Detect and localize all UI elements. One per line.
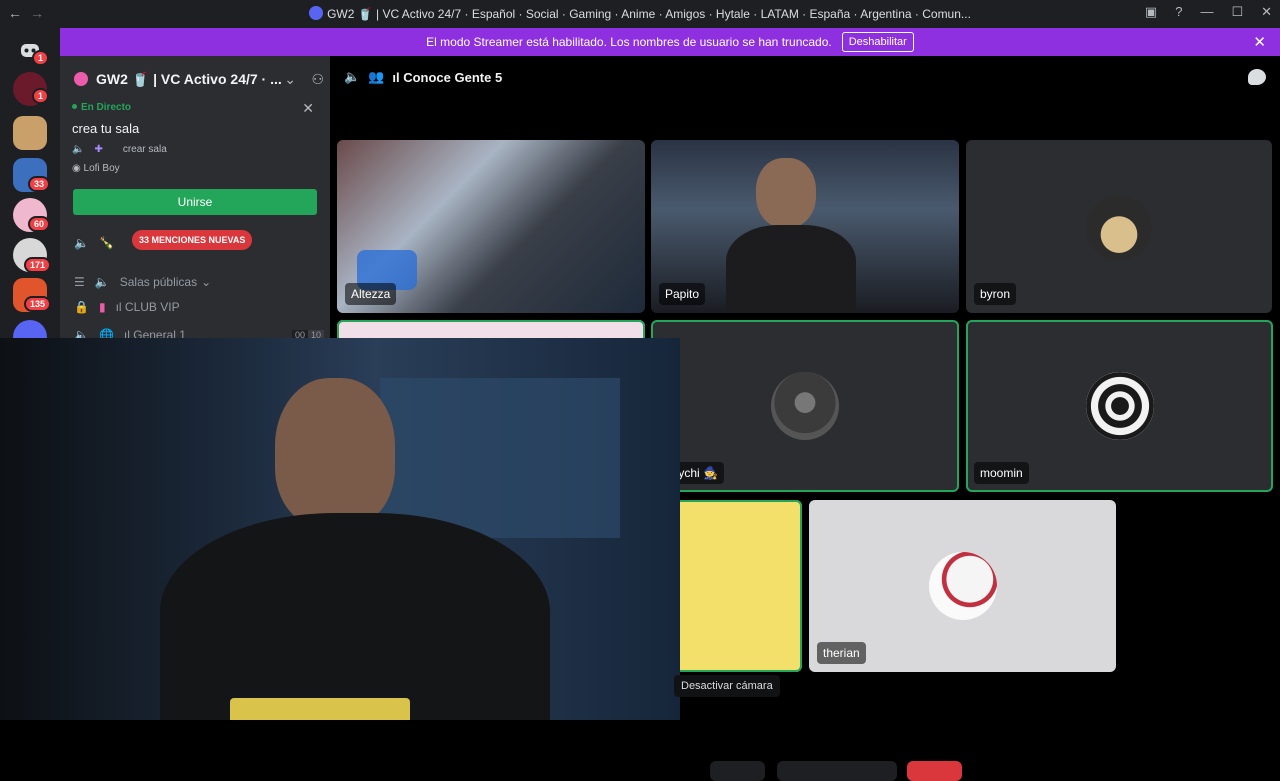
video-tile[interactable]: byron — [966, 140, 1272, 313]
video-tile[interactable]: therian — [809, 500, 1116, 672]
participant-name: Papito — [659, 283, 706, 305]
avatar — [771, 372, 839, 440]
join-button[interactable]: Unirse — [73, 189, 317, 215]
close-icon[interactable]: ✕ — [302, 100, 314, 117]
list-icon: ☰ — [74, 275, 85, 289]
speaker-icon: 🔈 — [94, 275, 110, 289]
banner-text: El modo Streamer está habilitado. Los no… — [426, 35, 832, 49]
help-icon[interactable]: ? — [1175, 4, 1182, 20]
video-content — [380, 378, 620, 538]
voice-channel-header: 🔈 👥 ıl Conoce Gente 5 — [344, 69, 502, 85]
notification-badge: 135 — [24, 296, 52, 312]
camera-control[interactable] — [710, 761, 765, 781]
video-content — [275, 378, 395, 528]
bottle-icon: 🍾 — [98, 236, 114, 250]
live-label: En Directo — [72, 102, 322, 113]
group-icon: 👥 — [368, 69, 385, 84]
discord-logo-icon — [309, 6, 324, 20]
video-content — [230, 698, 410, 720]
disable-streamer-button[interactable]: Deshabilitar — [841, 32, 914, 52]
close-window-icon[interactable]: ✕ — [1261, 4, 1272, 20]
category-label: Salas públicas — [119, 275, 198, 289]
channel-row[interactable]: 🔒 ▮ ıl CLUB VIP — [74, 300, 180, 314]
server-header[interactable]: GW2 🥤 | VC Activo 24/7 · ... ⌄ ⚇ — [74, 68, 324, 90]
lock-icon: 🔒 — [74, 300, 89, 314]
video-tile[interactable]: Altezza — [337, 140, 645, 313]
server-name: GW2 🥤 | VC Activo 24/7 · ... — [96, 70, 282, 87]
speaker-icon: 🔈 — [74, 236, 89, 250]
speaker-icon: 🔈 — [72, 144, 85, 155]
close-icon[interactable]: ✕ — [1253, 33, 1266, 51]
live-user-name: Lofi Boy — [83, 163, 120, 174]
live-channel-row: 🔈 ✚ crear sala — [72, 144, 322, 155]
chevron-down-icon: ⌄ — [284, 70, 296, 87]
window-title-text: GW2 🥤 | VC Activo 24/7 · Español · Socia… — [327, 7, 971, 21]
category-row[interactable]: ☰ 🔈 Salas públicas ⌄ — [74, 275, 211, 289]
window-controls: ▣ ? — ☐ ✕ — [1145, 4, 1272, 20]
chat-icon[interactable] — [1248, 69, 1266, 85]
speaker-icon: 🔈 — [344, 69, 361, 84]
chevron-down-icon: ⌄ — [201, 275, 212, 289]
video-tile[interactable]: Luychi 🧙 — [651, 320, 959, 492]
window-title: GW2 🥤 | VC Activo 24/7 · Español · Socia… — [0, 6, 1280, 21]
channel-name: ıl CLUB VIP — [115, 300, 180, 314]
window-titlebar: ← → GW2 🥤 | VC Activo 24/7 · Español · S… — [0, 0, 1280, 28]
participant-name: byron — [974, 283, 1017, 305]
notification-badge: 1 — [32, 88, 50, 104]
video-content — [160, 513, 550, 720]
channel-row[interactable]: 🔈 🍾 — [74, 236, 114, 250]
notification-badge: 1 — [32, 50, 50, 66]
participant-name: moomin — [974, 462, 1029, 484]
notification-badge: 171 — [24, 257, 52, 273]
video-tile[interactable]: moomin — [966, 320, 1273, 492]
cup-icon: ▮ — [98, 300, 106, 314]
maximize-icon[interactable]: ☐ — [1231, 4, 1243, 20]
participant-name: therian — [817, 642, 866, 664]
live-channel-name: crear sala — [122, 144, 167, 155]
notification-badge: 60 — [28, 216, 51, 232]
video-tile[interactable]: Papito — [651, 140, 959, 313]
add-member-icon[interactable]: ⚇ — [311, 71, 324, 88]
server-badge-icon — [74, 72, 88, 86]
video-content — [756, 158, 816, 228]
minimize-icon[interactable]: — — [1200, 4, 1213, 20]
plus-icon: ✚ — [94, 144, 103, 155]
streamer-mode-banner: El modo Streamer está habilitado. Los no… — [60, 28, 1280, 56]
new-mentions-pill[interactable]: 33 MENCIONES NUEVAS — [132, 230, 253, 250]
camera-tooltip: Desactivar cámara — [674, 675, 780, 697]
user-avatar-icon: ◉ — [72, 163, 81, 174]
server-icon[interactable] — [13, 116, 47, 150]
avatar — [1086, 195, 1152, 261]
live-user-row: ◉ Lofi Boy — [72, 163, 322, 174]
notification-badge: 33 — [28, 176, 51, 192]
leave-call-button[interactable] — [907, 761, 962, 781]
self-camera-overlay — [0, 338, 680, 720]
live-title: crea tu sala — [72, 121, 140, 136]
video-content — [726, 225, 856, 313]
screen-share-control[interactable] — [777, 761, 897, 781]
avatar — [929, 552, 997, 620]
voice-channel-title: ıl Conoce Gente 5 — [392, 69, 503, 85]
participant-name: Altezza — [345, 283, 397, 305]
avatar — [1086, 372, 1154, 440]
inbox-icon[interactable]: ▣ — [1145, 4, 1157, 20]
live-stage-card: En Directo ✕ crea tu sala 🔈 ✚ crear sala… — [72, 100, 322, 174]
